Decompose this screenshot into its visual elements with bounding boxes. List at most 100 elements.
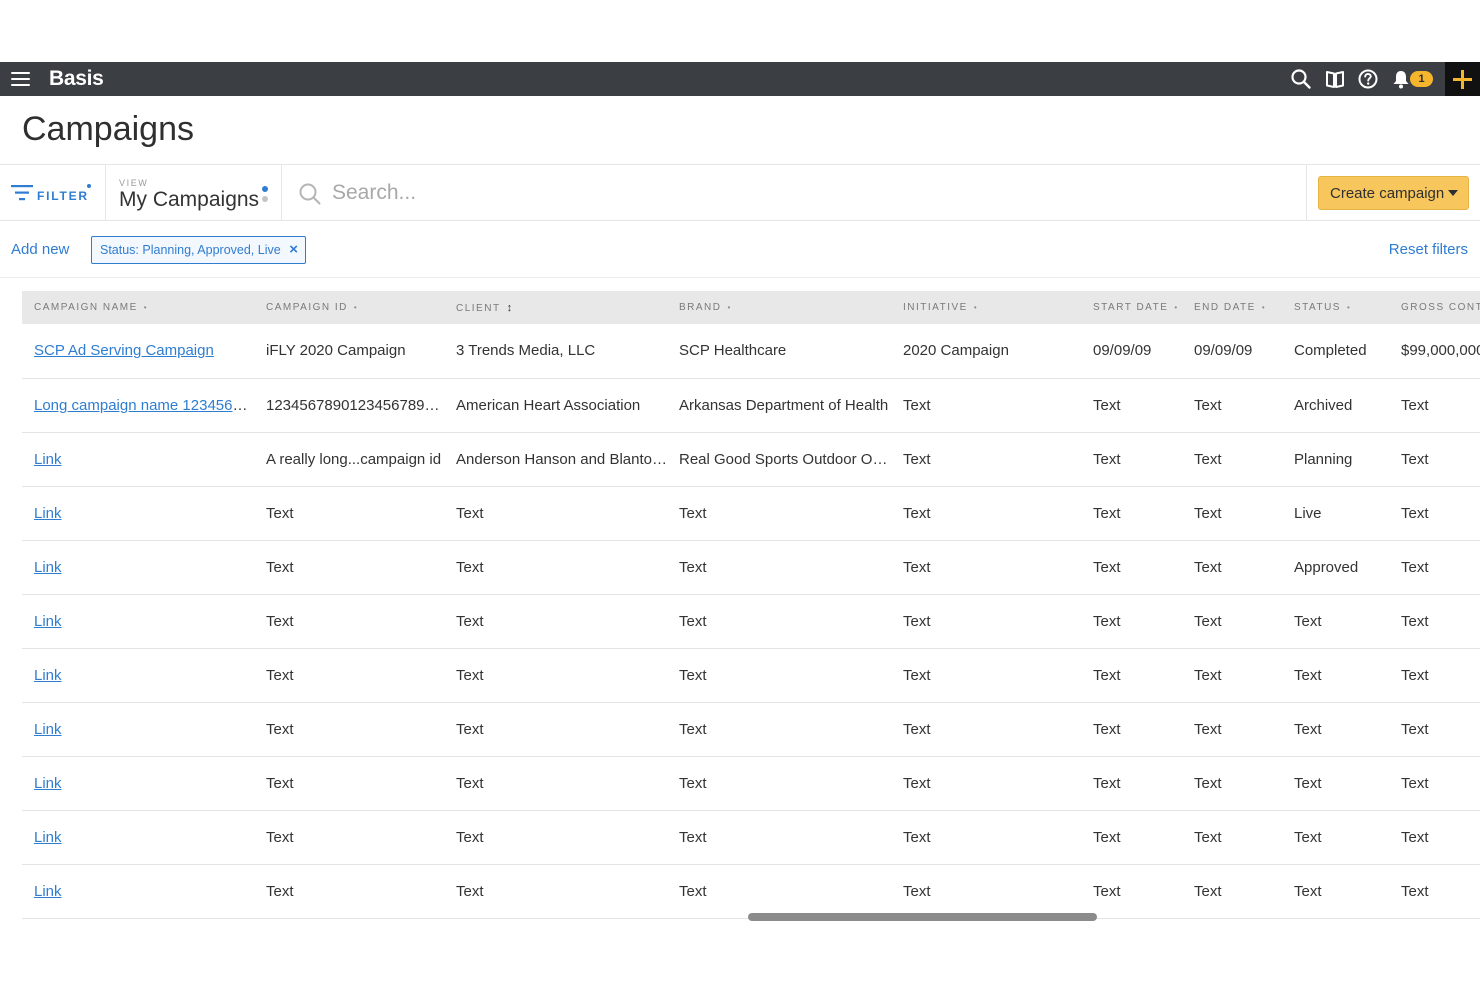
column-header-label: END DATE xyxy=(1194,302,1256,313)
caret-down-icon xyxy=(1448,190,1458,196)
search-icon[interactable] xyxy=(1290,68,1312,90)
table-cell: Text xyxy=(667,648,891,703)
table-cell: Text xyxy=(1389,648,1480,703)
sort-icon[interactable]: • xyxy=(728,303,731,312)
column-header[interactable]: CLIENT ↕ xyxy=(444,291,667,324)
add-button[interactable] xyxy=(1445,62,1480,96)
column-header[interactable]: STATUS • xyxy=(1282,291,1389,324)
create-campaign-button[interactable]: Create campaign xyxy=(1318,176,1469,210)
table-cell: Text xyxy=(1182,648,1282,703)
book-icon[interactable] xyxy=(1324,68,1346,90)
table-cell: Text xyxy=(1081,432,1182,487)
status-filter-chip[interactable]: Status: Planning, Approved, Live × xyxy=(91,236,306,264)
campaign-name-link[interactable]: Link xyxy=(34,613,62,630)
horizontal-scrollbar[interactable] xyxy=(748,913,1097,921)
chip-label: Status: Planning, Approved, Live xyxy=(100,243,281,257)
column-header[interactable]: START DATE • xyxy=(1081,291,1182,324)
table-row[interactable]: Link Text Text Text Text Text Text Text Text xyxy=(22,864,1480,919)
table-cell: Text xyxy=(667,702,891,757)
table-cell: Text xyxy=(254,540,444,595)
table-row[interactable]: Link Text Text Text Text Text Text Text Text xyxy=(22,810,1480,865)
toolbar: FILTER VIEW My Campaigns Create campaign xyxy=(0,164,1480,221)
filter-label: FILTER xyxy=(37,189,89,203)
table-cell: Text xyxy=(444,810,667,865)
campaign-name-link[interactable]: Link xyxy=(34,883,62,900)
table-cell: Text xyxy=(1389,756,1480,811)
table-cell: SCP Healthcare xyxy=(667,324,891,379)
table-row[interactable]: Long campaign name 12345678... 1234567890… xyxy=(22,378,1480,433)
sort-icon[interactable]: • xyxy=(1174,303,1177,312)
table-cell: Text xyxy=(1182,702,1282,757)
menu-icon[interactable] xyxy=(11,72,30,86)
table-row[interactable]: Link Text Text Text Text Text Text Approved Text xyxy=(22,540,1480,595)
column-header[interactable]: CAMPAIGN ID • xyxy=(254,291,444,324)
campaign-name-cell: Long campaign name 12345678... xyxy=(22,378,254,433)
column-header[interactable]: BRAND • xyxy=(667,291,891,324)
table-cell: Text xyxy=(1389,540,1480,595)
column-header-label: START DATE xyxy=(1093,302,1169,313)
campaign-name-cell: Link xyxy=(22,648,254,703)
table-cell: Text xyxy=(891,378,1081,433)
column-header-label: CLIENT xyxy=(456,302,501,314)
table-row[interactable]: Link A really long...campaign id Anderson … xyxy=(22,432,1480,487)
search-input[interactable] xyxy=(332,177,832,209)
campaign-name-link[interactable]: Link xyxy=(34,505,62,522)
table-cell: Text xyxy=(1282,756,1389,811)
table-cell: Text xyxy=(891,432,1081,487)
view-options-icon[interactable] xyxy=(262,186,270,206)
campaign-name-link[interactable]: Link xyxy=(34,451,62,468)
table-cell: Text xyxy=(1282,810,1389,865)
table-cell: Text xyxy=(1081,756,1182,811)
table-cell: Text xyxy=(254,864,444,919)
table-cell: Text xyxy=(891,540,1081,595)
bell-icon[interactable] xyxy=(1390,68,1412,90)
table-cell: Approved xyxy=(1282,540,1389,595)
filter-button[interactable]: FILTER xyxy=(0,165,106,220)
table-cell: iFLY 2020 Campaign xyxy=(254,324,444,379)
table-cell: Text xyxy=(667,864,891,919)
help-icon[interactable] xyxy=(1357,68,1379,90)
table-cell: Text xyxy=(1081,864,1182,919)
sort-active-icon[interactable]: ↕ xyxy=(507,302,513,314)
column-header[interactable]: GROSS CONTRACT• xyxy=(1389,291,1480,324)
campaign-name-link[interactable]: Link xyxy=(34,721,62,738)
sort-icon[interactable]: • xyxy=(974,303,977,312)
campaign-name-link[interactable]: Long campaign name 12345678... xyxy=(34,397,254,414)
column-header[interactable]: END DATE • xyxy=(1182,291,1282,324)
sort-icon[interactable]: • xyxy=(354,303,357,312)
search-icon xyxy=(299,183,321,205)
view-selector[interactable]: VIEW My Campaigns xyxy=(106,165,282,220)
campaign-name-cell: Link xyxy=(22,594,254,649)
campaign-name-link[interactable]: Link xyxy=(34,829,62,846)
table-cell: Text xyxy=(1081,648,1182,703)
table-row[interactable]: Link Text Text Text Text Text Text Live Text xyxy=(22,486,1480,541)
table-cell: Arkansas Department of Health xyxy=(667,378,891,433)
table-row[interactable]: Link Text Text Text Text Text Text Text Text xyxy=(22,702,1480,757)
column-header[interactable]: CAMPAIGN NAME • xyxy=(22,291,254,324)
table-row[interactable]: Link Text Text Text Text Text Text Text Text xyxy=(22,648,1480,703)
table-cell: Text xyxy=(254,486,444,541)
campaign-name-link[interactable]: SCP Ad Serving Campaign xyxy=(34,342,214,359)
table-cell: 3 Trends Media, LLC xyxy=(444,324,667,379)
campaign-name-link[interactable]: Link xyxy=(34,775,62,792)
table-row[interactable]: Link Text Text Text Text Text Text Text Text xyxy=(22,756,1480,811)
column-header-label: BRAND xyxy=(679,302,722,313)
table-cell: Text xyxy=(1182,432,1282,487)
add-new-filter-link[interactable]: Add new xyxy=(11,241,69,258)
campaign-name-link[interactable]: Link xyxy=(34,667,62,684)
table-row[interactable]: Link Text Text Text Text Text Text Text Text xyxy=(22,594,1480,649)
table-cell: Text xyxy=(254,756,444,811)
campaign-name-link[interactable]: Link xyxy=(34,559,62,576)
table-cell: 1234567890123456789012 xyxy=(254,378,444,433)
sort-icon[interactable]: • xyxy=(1347,303,1350,312)
sort-icon[interactable]: • xyxy=(1262,303,1265,312)
campaign-name-cell: Link xyxy=(22,432,254,487)
column-header[interactable]: INITIATIVE • xyxy=(891,291,1081,324)
table-cell: Text xyxy=(1389,702,1480,757)
sort-icon[interactable]: • xyxy=(144,303,147,312)
table-cell: American Heart Association xyxy=(444,378,667,433)
table-cell: Text xyxy=(1282,702,1389,757)
reset-filters-link[interactable]: Reset filters xyxy=(1389,241,1468,258)
table-row[interactable]: SCP Ad Serving Campaign iFLY 2020 Campaig… xyxy=(22,324,1480,379)
close-icon[interactable]: × xyxy=(289,241,298,258)
